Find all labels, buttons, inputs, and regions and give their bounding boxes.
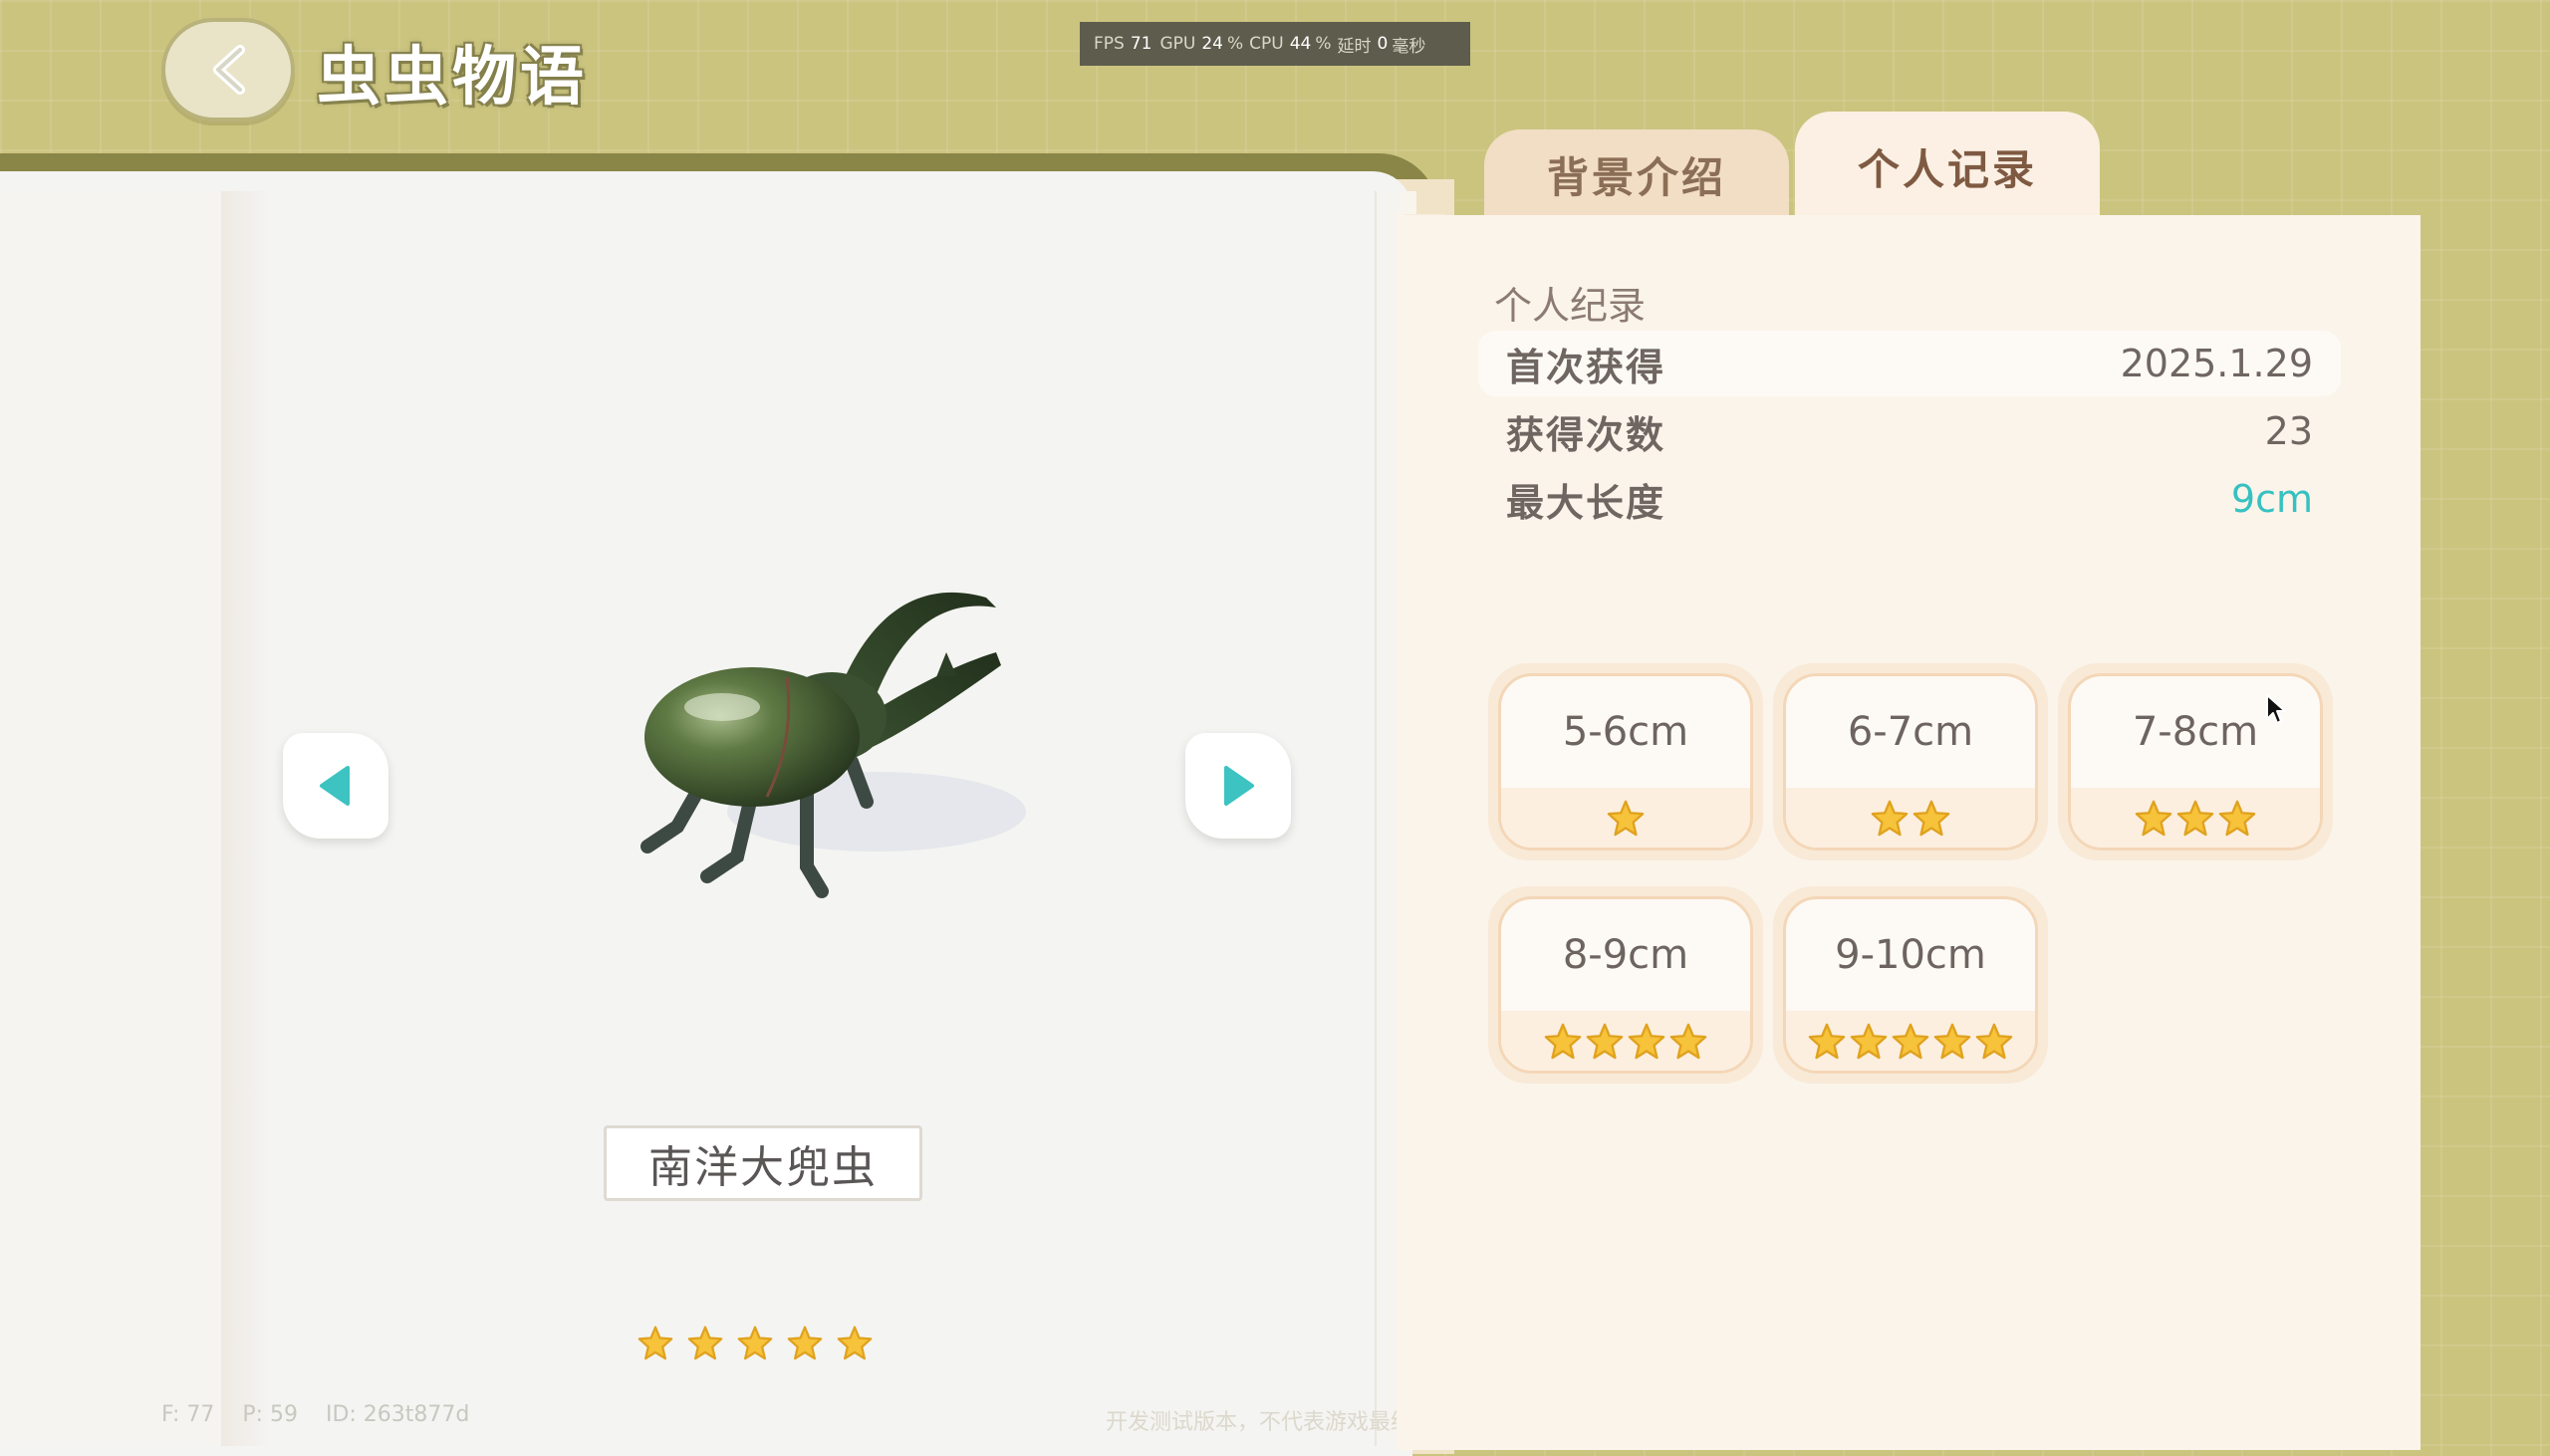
star-icon: [787, 1326, 823, 1360]
size-stars: [1786, 1011, 2035, 1071]
obtained-count-label: 获得次数: [1506, 412, 1666, 457]
gpu-label: GPU: [1159, 34, 1196, 54]
star-icon: [1892, 1023, 1929, 1060]
specimen-name: 南洋大兜虫: [604, 1125, 922, 1201]
star-icon: [1628, 1023, 1665, 1060]
cpu-unit: %: [1315, 34, 1332, 54]
first-obtained-value: 2025.1.29: [2120, 342, 2313, 385]
star-icon: [687, 1326, 723, 1360]
gpu-unit: %: [1226, 34, 1244, 54]
star-icon: [2135, 800, 2172, 837]
obtained-count-row: 获得次数 23: [1478, 398, 2341, 464]
size-card: 8-9cm: [1488, 886, 1763, 1084]
performance-overlay: FPS 71 GPU 24 % CPU 44 % 延时 0 毫秒: [1080, 22, 1470, 66]
specimen-rating: [638, 1325, 873, 1360]
size-stars: [2071, 788, 2320, 848]
size-range: 8-9cm: [1562, 932, 1689, 978]
size-card: 9-10cm: [1773, 886, 2048, 1084]
triangle-left-icon: [320, 766, 350, 806]
star-icon: [2218, 800, 2256, 837]
debug-ids: F: 77 P: 59 ID: 263t877d: [161, 1402, 470, 1427]
mouse-cursor-icon: [2266, 694, 2286, 724]
tab-personal-record[interactable]: 个人记录: [1795, 112, 2100, 221]
star-icon: [1544, 1023, 1582, 1060]
star-icon: [737, 1326, 773, 1360]
next-specimen-button[interactable]: [1185, 733, 1291, 839]
chevron-left-icon: [213, 45, 245, 95]
fps-value: 71: [1130, 34, 1152, 54]
star-icon: [1808, 1023, 1846, 1060]
book-page-margin: [0, 191, 221, 1446]
beetle-model: [640, 592, 1026, 898]
cpu-label: CPU: [1249, 34, 1284, 54]
cpu-value: 44: [1289, 34, 1312, 54]
page-title: 虫虫物语: [317, 41, 588, 115]
prev-specimen-button[interactable]: [283, 733, 388, 839]
star-icon: [1669, 1023, 1707, 1060]
size-range: 5-6cm: [1562, 709, 1689, 755]
latency-label: 延时: [1337, 36, 1372, 57]
gpu-value: 24: [1201, 34, 1223, 54]
star-icon: [1586, 1023, 1624, 1060]
max-length-value: 9cm: [2230, 477, 2313, 521]
record-section-title: 个人纪录: [1494, 284, 1647, 328]
size-stars: [1786, 788, 2035, 848]
fps-label: FPS: [1094, 34, 1125, 54]
star-icon: [1933, 1023, 1971, 1060]
size-card: 7-8cm: [2058, 663, 2333, 860]
first-obtained-label: 首次获得: [1506, 345, 1666, 389]
star-icon: [1975, 1023, 2013, 1060]
latency-value: 0: [1377, 34, 1389, 54]
size-card: 6-7cm: [1773, 663, 2048, 860]
star-icon: [1850, 1023, 1888, 1060]
star-icon: [2176, 800, 2214, 837]
triangle-right-icon: [1224, 766, 1254, 806]
size-card: 5-6cm: [1488, 663, 1763, 860]
size-range: 6-7cm: [1847, 709, 1974, 755]
star-icon: [638, 1326, 673, 1360]
star-icon: [837, 1326, 873, 1360]
latency-unit: 毫秒: [1392, 36, 1426, 57]
book-gutter: [221, 191, 271, 1446]
size-stars: [1501, 788, 1750, 848]
first-obtained-row: 首次获得 2025.1.29: [1478, 331, 2341, 396]
tab-background-intro[interactable]: 背景介绍: [1484, 129, 1789, 219]
star-icon: [1871, 800, 1909, 837]
back-button[interactable]: [161, 18, 295, 121]
size-range: 9-10cm: [1835, 932, 1986, 978]
obtained-count-value: 23: [2264, 409, 2313, 453]
star-icon: [1912, 800, 1950, 837]
size-stars: [1501, 1011, 1750, 1071]
max-length-label: 最大长度: [1506, 480, 1666, 525]
star-icon: [1607, 800, 1645, 837]
max-length-row: 最大长度 9cm: [1478, 466, 2341, 532]
